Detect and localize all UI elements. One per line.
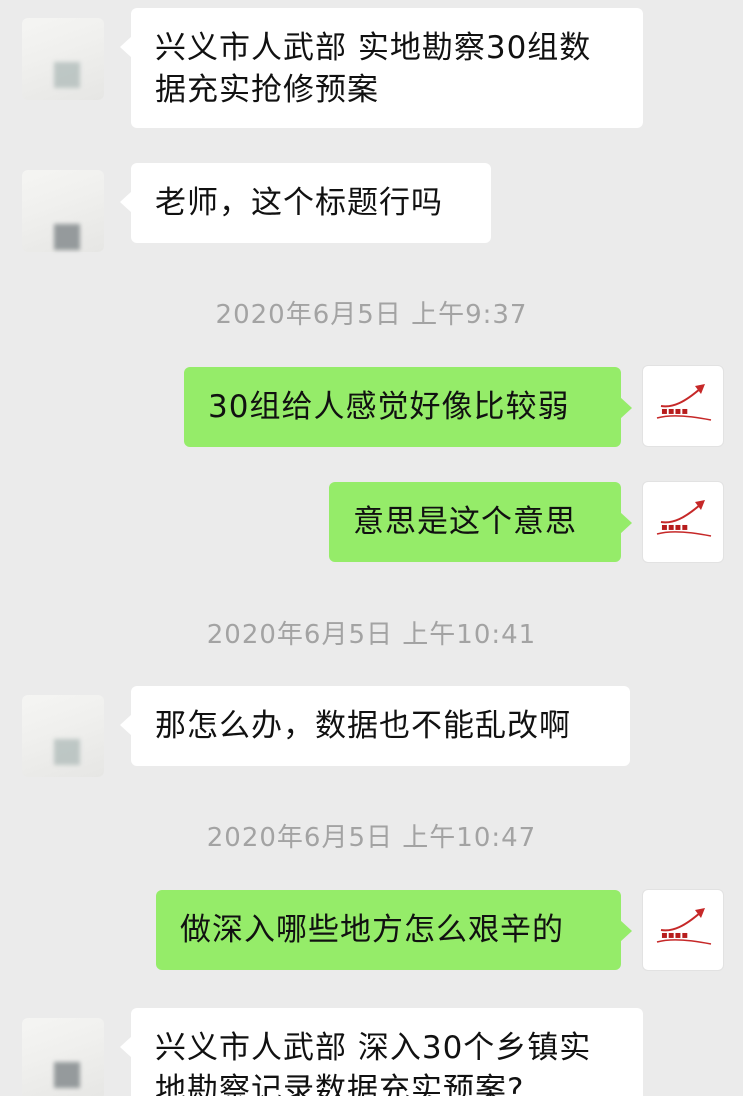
blurred-avatar-image — [54, 62, 80, 88]
message-text-line: 那怎么办，数据也不能乱改啊 — [155, 708, 571, 744]
blurred-avatar-image — [54, 224, 80, 250]
message-text-line: 做深入哪些地方怎么艰辛的 — [180, 912, 564, 948]
chat-history[interactable]: 兴义市人武部 实地勘察30组数 据充实抢修预案 老师，这个标题行吗 2020年6… — [0, 0, 743, 1096]
message-bubble-outgoing[interactable]: 意思是这个意思 — [329, 482, 632, 562]
message-bubble-incoming[interactable]: 兴义市人武部 深入30个乡镇实 地勘察记录数据充实预案? — [120, 1008, 643, 1096]
message-text-line: 据充实抢修预案 — [155, 72, 379, 108]
message-text-line: 意思是这个意思 — [353, 504, 577, 540]
message-bubble-outgoing[interactable]: 30组给人感觉好像比较弱 — [184, 367, 632, 447]
message-text-line: 30组给人感觉好像比较弱 — [208, 389, 570, 425]
svg-text:▪▪▪▪: ▪▪▪▪ — [661, 406, 688, 417]
contact-avatar[interactable] — [22, 1018, 104, 1096]
contact-avatar[interactable] — [22, 170, 104, 252]
message-timestamp: 2020年6月5日 上午10:41 — [206, 620, 537, 650]
signature-logo-icon: ▪▪▪▪ — [656, 500, 712, 537]
blurred-avatar-image — [54, 739, 80, 765]
signature-logo-avatar[interactable]: ▪▪▪▪ — [642, 365, 724, 447]
svg-text:▪▪▪▪: ▪▪▪▪ — [661, 522, 688, 533]
signature-logo-icon: ▪▪▪▪ — [656, 908, 712, 945]
signature-logo-icon: ▪▪▪▪ — [656, 384, 712, 421]
message-bubble-incoming[interactable]: 老师，这个标题行吗 — [120, 163, 491, 243]
contact-avatar[interactable] — [22, 695, 104, 777]
message-text-line: 地勘察记录数据充实预案? — [155, 1072, 525, 1096]
message-text-line: 兴义市人武部 实地勘察30组数 — [155, 30, 592, 66]
message-bubble-outgoing[interactable]: 做深入哪些地方怎么艰辛的 — [156, 890, 632, 970]
signature-logo-avatar[interactable]: ▪▪▪▪ — [642, 889, 724, 971]
message-bubble-incoming[interactable]: 兴义市人武部 实地勘察30组数 据充实抢修预案 — [120, 8, 643, 128]
message-bubble-incoming[interactable]: 那怎么办，数据也不能乱改啊 — [120, 686, 630, 766]
blurred-avatar-image — [54, 1062, 80, 1088]
message-text-line: 兴义市人武部 深入30个乡镇实 — [155, 1030, 592, 1066]
message-text-line: 老师，这个标题行吗 — [155, 185, 443, 221]
message-timestamp: 2020年6月5日 上午10:47 — [206, 823, 537, 853]
message-timestamp: 2020年6月5日 上午9:37 — [215, 300, 528, 330]
contact-avatar[interactable] — [22, 18, 104, 100]
svg-text:▪▪▪▪: ▪▪▪▪ — [661, 930, 688, 941]
signature-logo-avatar[interactable]: ▪▪▪▪ — [642, 481, 724, 563]
